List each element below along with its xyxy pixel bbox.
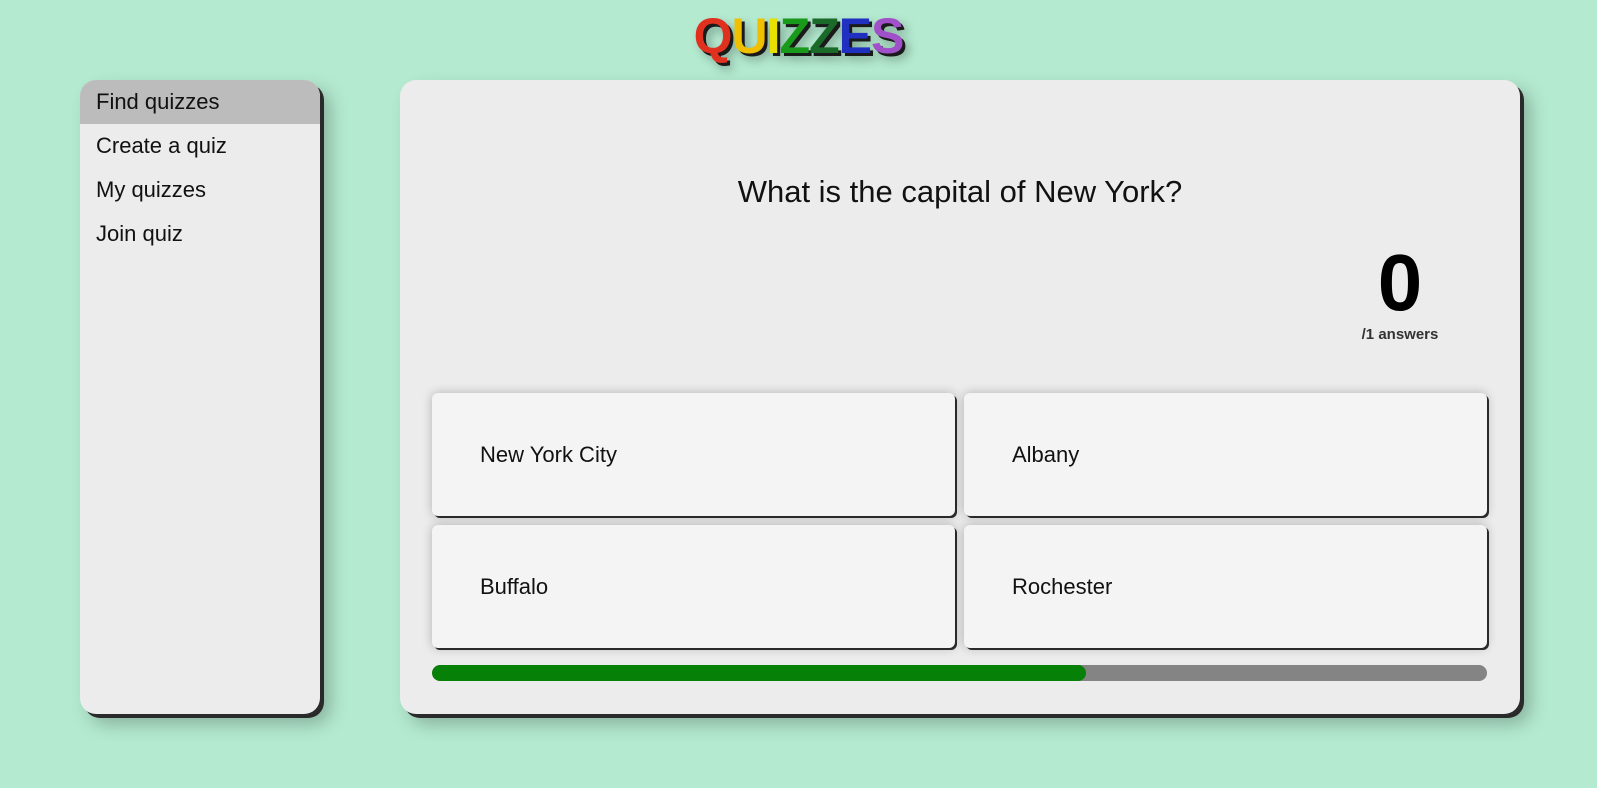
logo-letter: I [766,8,781,64]
logo-letter: Q [693,8,733,64]
answer-grid: New York City Albany Buffalo Rochester [432,393,1487,648]
answer-counter: 0 [1377,238,1423,327]
quiz-panel: What is the capital of New York? 0 /1 an… [400,80,1520,714]
answer-option-2[interactable]: Albany [964,393,1487,516]
answer-label: Albany [1012,441,1080,467]
sidebar-nav: Find quizzes Create a quiz My quizzes Jo… [80,80,320,714]
question-text: What is the capital of New York? [737,174,1183,209]
answer-option-4[interactable]: Rochester [964,525,1487,648]
logo-letter: Z [809,8,840,64]
answer-counter-label: /1 answers [1361,326,1439,343]
logo-letter: S [871,8,904,64]
sidebar-item-create-quiz[interactable]: Create a quiz [80,124,320,168]
sidebar-item-join-quiz[interactable]: Join quiz [80,212,320,256]
answer-option-3[interactable]: Buffalo [432,525,955,648]
logo-letter: U [731,8,768,64]
sidebar-item-find-quizzes[interactable]: Find quizzes [80,80,320,124]
answer-label: Buffalo [480,573,549,599]
logo-letter: Z [779,8,811,64]
logo-letter: E [838,8,872,64]
answer-option-1[interactable]: New York City [432,393,955,516]
answer-label: Rochester [1012,573,1113,599]
sidebar-item-my-quizzes[interactable]: My quizzes [80,168,320,212]
timer-progress-bar [432,665,1487,681]
quizzes-logo: QUIZZES [0,6,1597,66]
timer-progress-fill [432,665,1087,681]
answer-label: New York City [480,441,617,467]
